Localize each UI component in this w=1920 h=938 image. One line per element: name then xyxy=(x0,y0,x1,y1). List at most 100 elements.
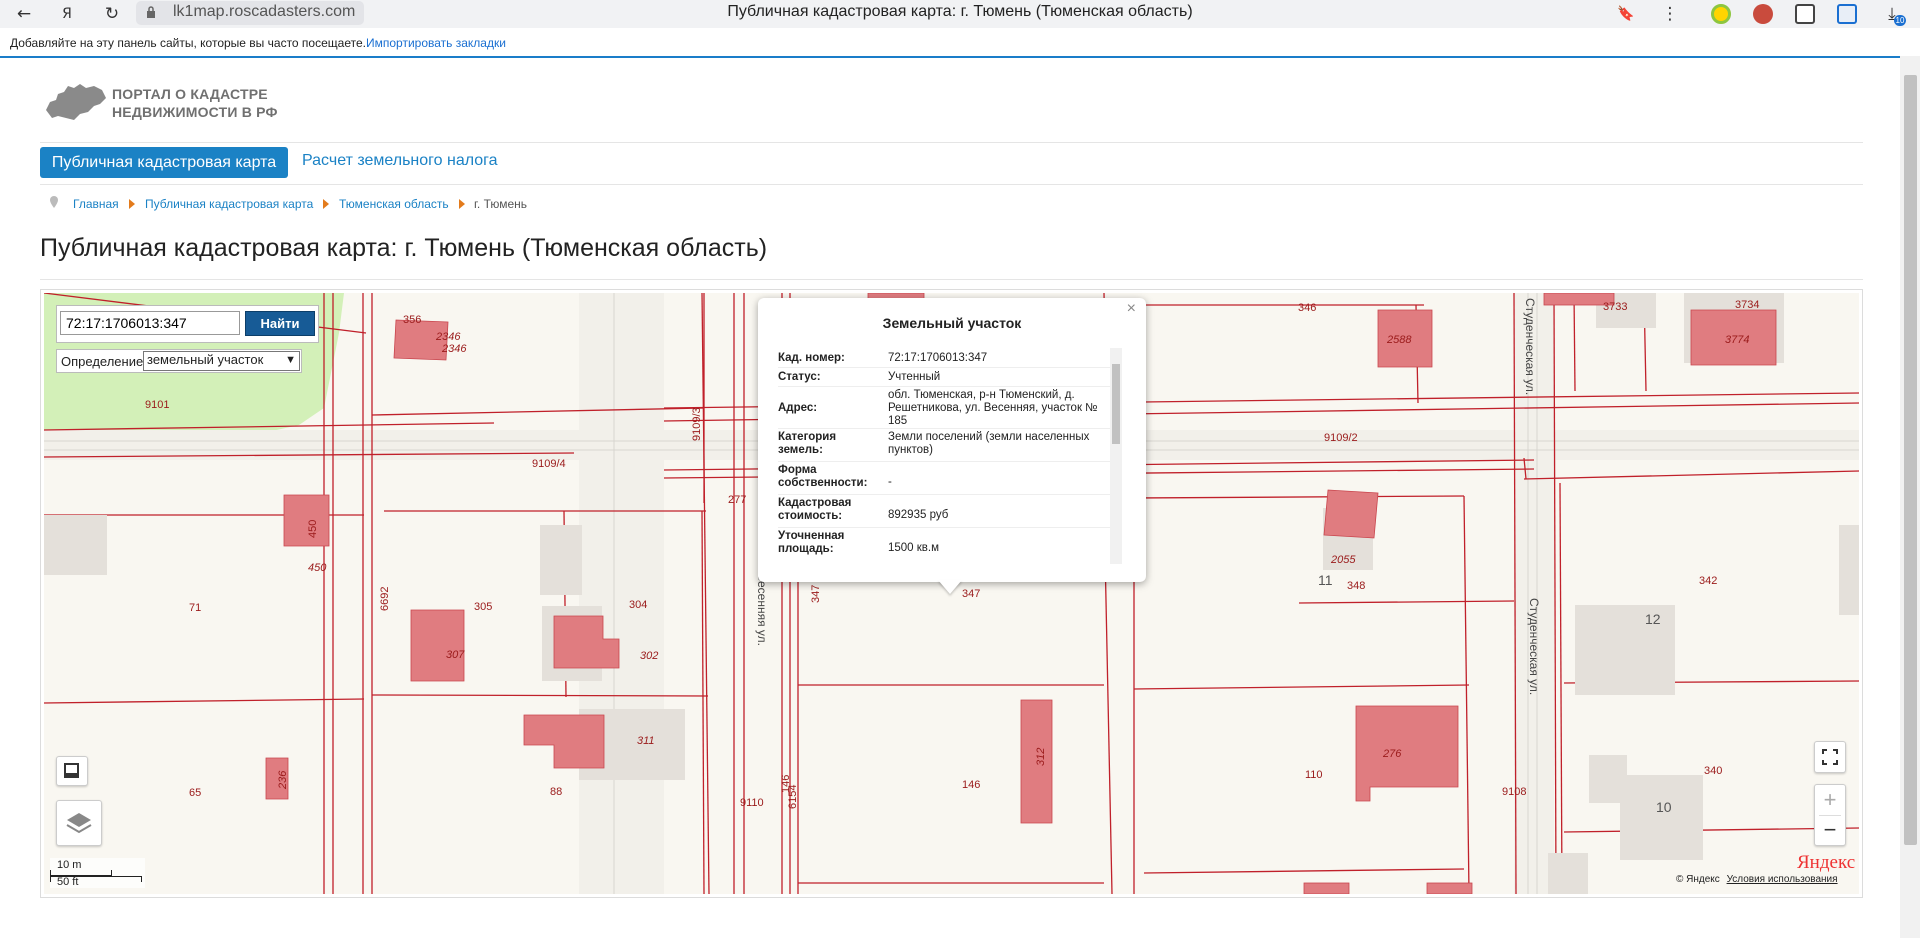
parcel-label: 6154 xyxy=(787,785,799,809)
info-value: Учтенный xyxy=(888,371,941,383)
info-key: Форма собственности: xyxy=(778,464,868,489)
parcel-label: 110 xyxy=(1305,769,1323,781)
extension-icon[interactable] xyxy=(1711,4,1731,24)
info-key: Кад. номер: xyxy=(778,352,845,364)
layers-button[interactable] xyxy=(56,800,102,846)
breadcrumb-arrow-icon xyxy=(129,199,135,209)
parcel-label: 146 xyxy=(962,779,980,791)
page-title: Публичная кадастровая карта: г. Тюмень (… xyxy=(40,234,768,262)
tab-land-tax[interactable]: Расчет земельного налога xyxy=(302,152,498,170)
yandex-logo[interactable]: Яндекс xyxy=(1797,852,1855,874)
divider xyxy=(40,184,1863,185)
parcel-label: 302 xyxy=(640,650,658,662)
scale-bar: 10 m 50 ft xyxy=(50,858,145,888)
breadcrumb-arrow-icon xyxy=(323,199,329,209)
street-label-studencheskaya: Студенческая ул. xyxy=(1527,598,1541,695)
info-value: - xyxy=(888,476,892,488)
parcel-label: 9110 xyxy=(740,797,764,809)
logo-line: НЕДВИЖИМОСТИ В РФ xyxy=(112,104,278,120)
info-value: 72:17:1706013:347 xyxy=(888,352,988,364)
logo-line: ПОРТАЛ О КАДАСТРЕ xyxy=(112,86,268,102)
divider xyxy=(40,279,1863,280)
bookmarks-hint: Добавляйте на эту панель сайты, которые … xyxy=(10,36,366,50)
cadastral-number-input[interactable] xyxy=(60,311,240,335)
info-value: 892935 руб xyxy=(888,509,949,521)
layers-icon xyxy=(66,813,92,834)
popup-scrollbar-thumb[interactable] xyxy=(1112,364,1120,444)
parcel-label: 6692 xyxy=(379,587,391,611)
parcel-label: 236 xyxy=(277,770,289,790)
collections-icon[interactable] xyxy=(1795,4,1815,24)
popup-scrollbar[interactable] xyxy=(1110,348,1122,564)
divider xyxy=(778,461,1118,462)
parcel-label: 276 xyxy=(1382,748,1402,760)
parcel-label: 2346 xyxy=(441,343,467,355)
definition-select[interactable]: земельный участок ▼ xyxy=(143,351,300,371)
house-number: 12 xyxy=(1645,611,1661,627)
parcel-label: 450 xyxy=(307,520,319,538)
ruler-button[interactable] xyxy=(56,756,88,786)
info-row: Категория земель: xyxy=(778,429,896,461)
zoom-in-icon[interactable]: + xyxy=(1815,785,1845,815)
parcel-label: 305 xyxy=(474,601,492,613)
parcel-label: 71 xyxy=(189,602,201,614)
parcel-label: 88 xyxy=(550,786,562,798)
terms-link[interactable]: Условия использования xyxy=(1727,874,1838,885)
fullscreen-icon xyxy=(1822,749,1838,765)
find-button[interactable]: Найти xyxy=(245,311,315,336)
parcel-label: 9108 xyxy=(1502,786,1526,798)
browser-toolbar: ← Я ↻ lk1map.roscadasters.com Публичная … xyxy=(0,0,1920,28)
info-value: обл. Тюменская, р-н Тюменский, д. Решетн… xyxy=(888,389,1098,427)
info-key: Категория земель: xyxy=(778,431,837,456)
parcel-label: 9109/3 xyxy=(691,407,703,441)
parcel-label: 348 xyxy=(1347,580,1365,592)
parcel-label: 2588 xyxy=(1386,334,1412,346)
tab-public-cadastral-map[interactable]: Публичная кадастровая карта xyxy=(40,147,288,178)
breadcrumb-home[interactable]: Главная xyxy=(73,197,119,211)
house-number: 10 xyxy=(1656,799,1672,815)
info-key: Кадастровая стоимость: xyxy=(778,497,852,522)
definition-select-value: земельный участок xyxy=(147,352,264,367)
downloads-badge: 10 xyxy=(1894,15,1906,26)
breadcrumb-arrow-icon xyxy=(459,199,465,209)
parcel-label: 2055 xyxy=(1330,554,1356,566)
popup-title: Земельный участок xyxy=(882,315,1022,331)
copyright-text: © Яндекс xyxy=(1676,874,1720,885)
parcel-label: 2346 xyxy=(435,331,461,343)
breadcrumb-region[interactable]: Тюменская область xyxy=(339,197,449,211)
parcel-label: 9109/4 xyxy=(532,458,566,470)
divider xyxy=(778,494,1118,495)
divider xyxy=(40,142,1863,143)
parcel-label: 312 xyxy=(1035,748,1047,766)
profile-icon[interactable] xyxy=(1837,4,1857,24)
extension-icon[interactable] xyxy=(1753,4,1773,24)
parcel-label: 3733 xyxy=(1603,301,1627,313)
bookmarks-bar: Добавляйте на эту панель сайты, которые … xyxy=(0,29,1920,56)
menu-dots-icon[interactable]: ⋮ xyxy=(1658,2,1682,26)
info-key: Адрес: xyxy=(778,402,818,414)
parcel-label: 277 xyxy=(728,494,746,506)
parcel-label: 65 xyxy=(189,787,201,799)
zoom-out-icon[interactable]: − xyxy=(1815,816,1845,846)
parcel-label: 347 xyxy=(810,585,822,603)
zoom-control: + − xyxy=(1814,784,1846,846)
info-value: 1500 кв.м xyxy=(888,542,940,554)
portal-logo-text[interactable]: ПОРТАЛ О КАДАСТРЕ НЕДВИЖИМОСТИ В РФ xyxy=(112,85,278,121)
import-bookmarks-link[interactable]: Импортировать закладки xyxy=(366,36,506,50)
parcel-label: 346 xyxy=(1298,302,1316,314)
parcel-label: 450 xyxy=(308,562,327,574)
street-label-studencheskaya: Студенческая ул. xyxy=(1523,298,1537,395)
page-scrollbar-thumb[interactable] xyxy=(1904,75,1917,845)
street-label-vesennyaya: Весенняя ул. xyxy=(755,573,769,646)
parcel-label: 340 xyxy=(1704,765,1722,777)
divider xyxy=(778,527,1118,528)
progress-line xyxy=(0,56,1900,58)
fullscreen-button[interactable] xyxy=(1814,741,1846,773)
house-number: 11 xyxy=(1318,572,1333,588)
parcel-label: 9109/2 xyxy=(1324,432,1358,444)
parcel-info-popup: × Земельный участок Кад. номер: 72:17:17… xyxy=(758,298,1146,582)
parcel-label: 307 xyxy=(446,649,465,661)
breadcrumb-map[interactable]: Публичная кадастровая карта xyxy=(145,197,313,211)
chevron-down-icon: ▼ xyxy=(285,354,296,366)
bookmark-icon[interactable]: 🔖 xyxy=(1614,2,1638,26)
